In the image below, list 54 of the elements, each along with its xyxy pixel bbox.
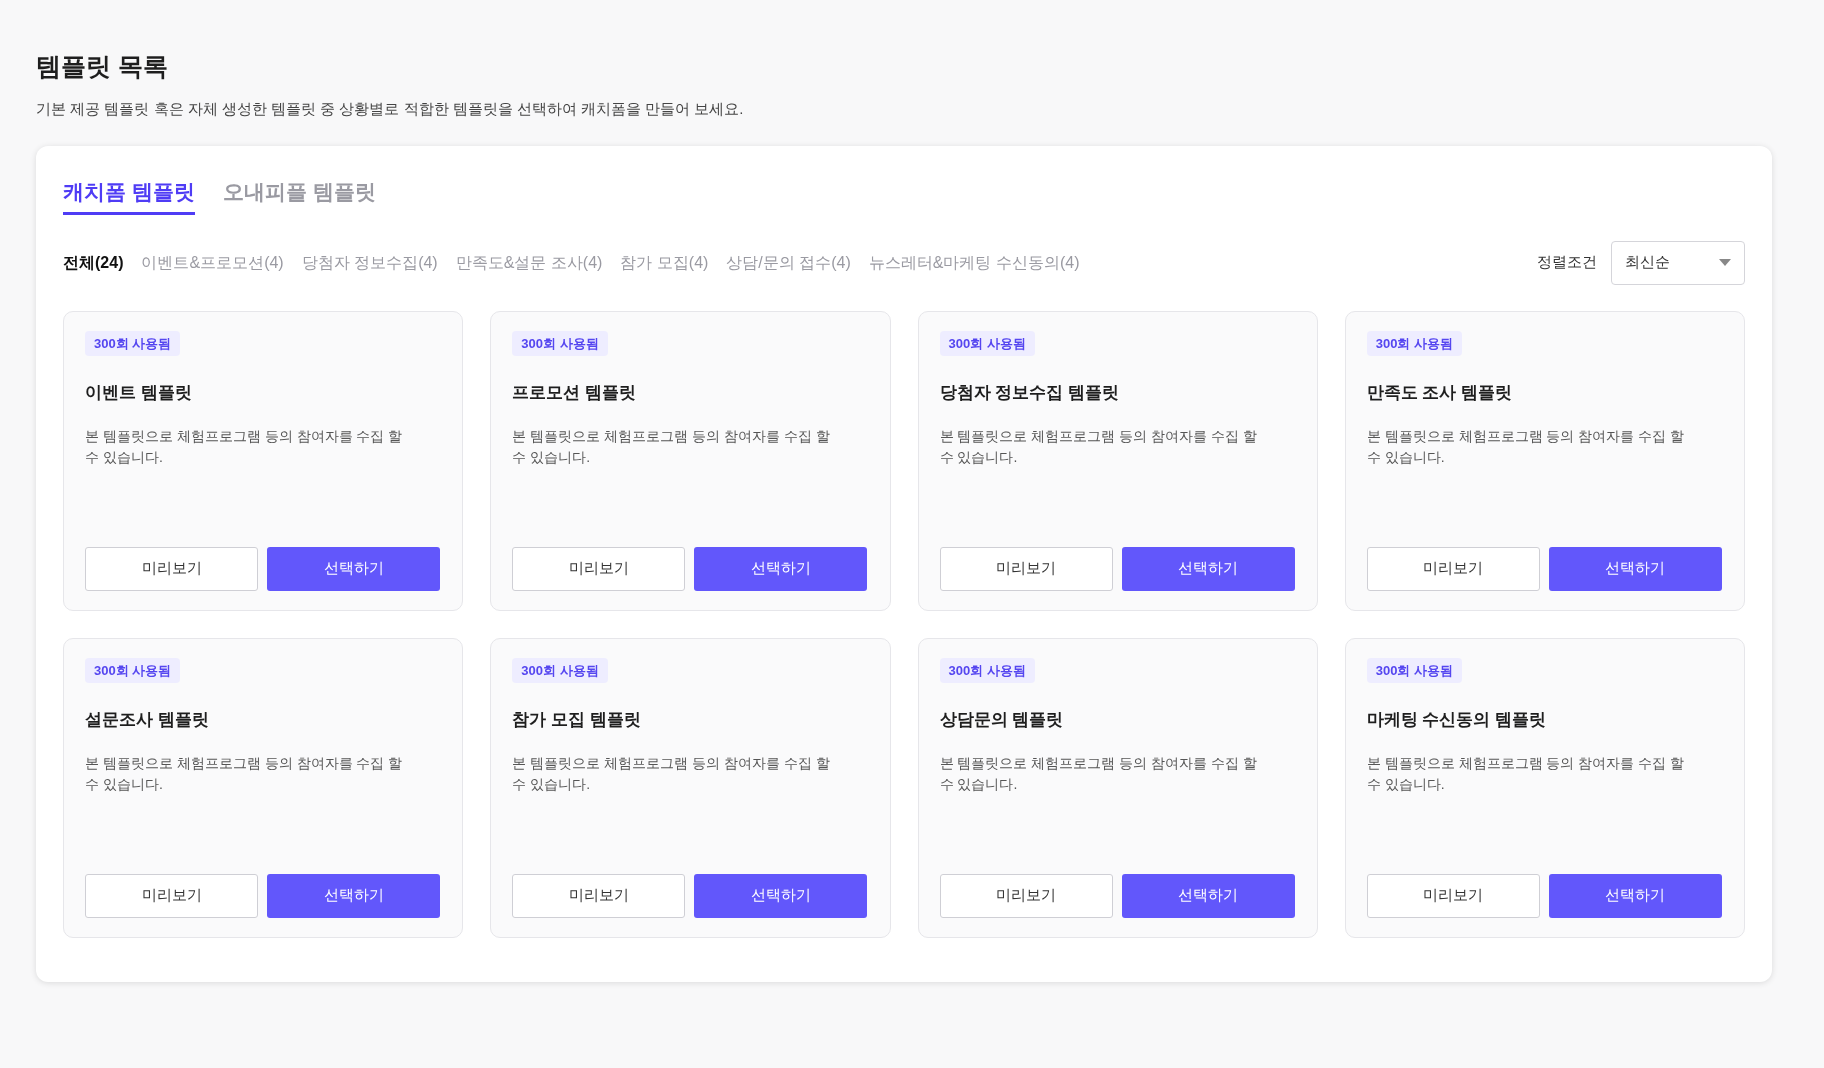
card-title: 설문조사 템플릿: [85, 709, 209, 731]
card-title: 마케팅 수신동의 템플릿: [1366, 709, 1547, 731]
card-title: 당첨자 정보수집 템플릿: [939, 382, 1119, 404]
category-filter[interactable]: 이벤트&프로모션(4): [141, 250, 284, 275]
page-description: 기본 제공 템플릿 혹은 자체 생성한 템플릿 중 상황별로 적합한 템플릿을 선택하여 캐치폼을 만들어 보세요.: [36, 98, 744, 119]
card-description: 본 템플릿으로 체험프로그램 등의 참여자를 수집 할 수 있습니다.: [939, 426, 1258, 467]
card-title: 상담문의 템플릿: [939, 709, 1064, 731]
category-filter[interactable]: 참가 모집(4): [620, 250, 709, 275]
usage-badge: 300회 사용됨: [1366, 657, 1463, 683]
card-description: 본 템플릿으로 체험프로그램 등의 참여자를 수집 할 수 있습니다.: [85, 753, 404, 794]
select-button[interactable]: 선택하기: [694, 546, 868, 591]
select-button[interactable]: 선택하기: [1548, 546, 1722, 591]
select-button[interactable]: 선택하기: [267, 873, 440, 918]
preview-button[interactable]: 미리보기: [939, 873, 1113, 918]
card-description: 본 템플릿으로 체험프로그램 등의 참여자를 수집 할 수 있습니다.: [512, 426, 831, 467]
usage-badge: 300회 사용됨: [85, 330, 181, 356]
card-title: 만족도 조사 템플릿: [1366, 382, 1513, 404]
select-button[interactable]: 선택하기: [1121, 873, 1295, 918]
card-title: 이벤트 템플릿: [85, 382, 192, 404]
card-title: 프로모션 템플릿: [512, 382, 636, 404]
select-button[interactable]: 선택하기: [267, 546, 440, 591]
sort-dropdown[interactable]: 최신순: [1611, 240, 1745, 285]
usage-badge: 300회 사용됨: [1366, 330, 1463, 356]
category-filter[interactable]: 만족도&설문 조사(4): [455, 250, 603, 275]
preview-button[interactable]: 미리보기: [512, 873, 686, 918]
preview-button[interactable]: 미리보기: [512, 546, 686, 591]
usage-badge: 300회 사용됨: [85, 657, 181, 683]
card-description: 본 템플릿으로 체험프로그램 등의 참여자를 수집 할 수 있습니다.: [1366, 753, 1686, 794]
preview-button[interactable]: 미리보기: [939, 546, 1113, 591]
select-button[interactable]: 선택하기: [1548, 873, 1722, 918]
card-description: 본 템플릿으로 체험프로그램 등의 참여자를 수집 할 수 있습니다.: [512, 753, 831, 794]
category-filter[interactable]: 뉴스레터&마케팅 수신동의(4): [868, 250, 1080, 275]
page-title: 템플릿 목록: [36, 51, 168, 82]
card-description: 본 템플릿으로 체험프로그램 등의 참여자를 수집 할 수 있습니다.: [939, 753, 1258, 794]
usage-badge: 300회 사용됨: [512, 330, 608, 356]
caret-icon: [1719, 259, 1731, 266]
card-description: 본 템플릿으로 체험프로그램 등의 참여자를 수집 할 수 있습니다.: [1366, 426, 1686, 467]
select-button[interactable]: 선택하기: [694, 873, 868, 918]
template-tab[interactable]: 캐치폼 템플릿: [63, 176, 195, 215]
usage-badge: 300회 사용됨: [939, 330, 1035, 356]
preview-button[interactable]: 미리보기: [85, 546, 258, 591]
category-filter[interactable]: 상담/문의 접수(4): [726, 250, 851, 275]
preview-button[interactable]: 미리보기: [85, 873, 258, 918]
usage-badge: 300회 사용됨: [512, 657, 608, 683]
sort-label: 정렬조건: [1537, 252, 1597, 273]
select-button[interactable]: 선택하기: [1121, 546, 1295, 591]
card-title: 참가 모집 템플릿: [512, 709, 641, 731]
category-filter[interactable]: 전체(24): [63, 250, 124, 275]
card-description: 본 템플릿으로 체험프로그램 등의 참여자를 수집 할 수 있습니다.: [85, 426, 404, 467]
template-tab[interactable]: 오내피플 템플릿: [222, 176, 376, 215]
preview-button[interactable]: 미리보기: [1366, 546, 1540, 591]
usage-badge: 300회 사용됨: [939, 657, 1035, 683]
category-filter[interactable]: 당첨자 정보수집(4): [301, 250, 438, 275]
preview-button[interactable]: 미리보기: [1366, 873, 1540, 918]
